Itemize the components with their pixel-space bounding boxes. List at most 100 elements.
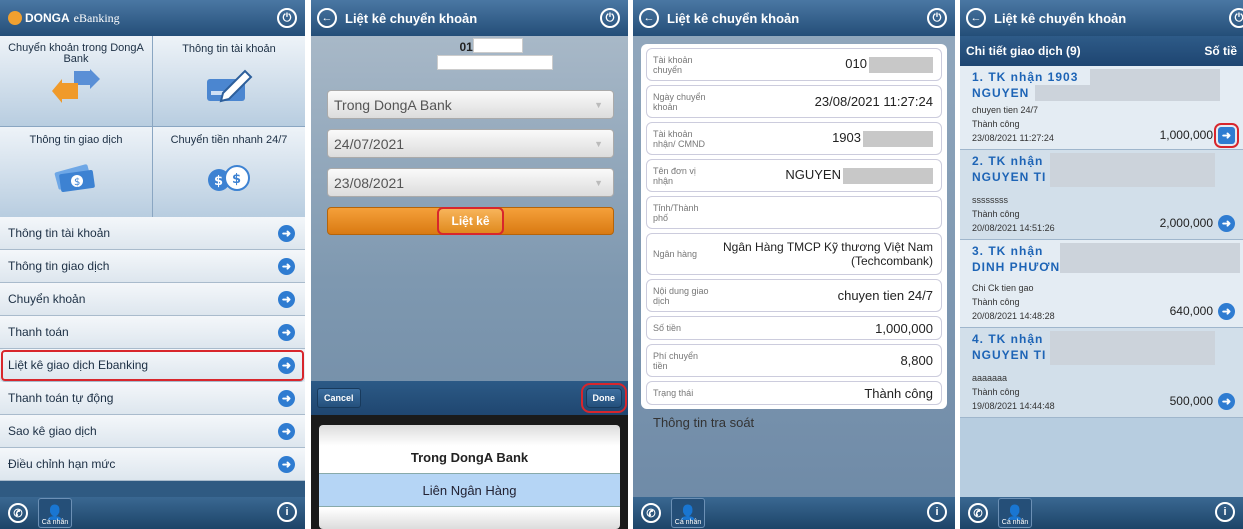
from-date-select[interactable]: 24/07/2021 ▼ (327, 129, 614, 158)
arrow-right-icon[interactable]: ➜ (1218, 303, 1235, 320)
menu-item[interactable]: Điều chỉnh hạn mức ➜ (0, 448, 305, 481)
picker-option-selected[interactable]: Liên Ngân Hàng (319, 473, 620, 507)
phone-icon[interactable]: ✆ (968, 503, 988, 523)
menu-label: Điều chỉnh hạn mức (8, 457, 116, 471)
row-label: Ngày chuyển khoản (653, 91, 706, 112)
row-label: Tài khoản chuyển (653, 54, 693, 75)
detail-row: Tài khoản chuyển 010 (646, 48, 942, 81)
cancel-button[interactable]: Cancel (317, 388, 361, 408)
transaction-amount: 2,000,000 (1159, 216, 1213, 230)
personal-label: Cá nhân (674, 519, 702, 526)
transaction-item[interactable]: 3. TK nhận DINH PHƯƠNG Chi Ck tien gao Th… (960, 240, 1243, 328)
menu-item[interactable]: Thông tin giao dịch ➜ (0, 250, 305, 283)
detail-card: Tài khoản chuyển 010 Ngày chuyển khoản 23/… (641, 44, 947, 409)
menu-label: Thanh toán (8, 325, 69, 339)
tile-fast-transfer[interactable]: Chuyển tiền nhanh 24/7 $ $ (153, 127, 305, 217)
header: ← Liệt kê chuyển khoản ⏻ (960, 0, 1243, 36)
tile-label: Thông tin tài khoản (182, 43, 276, 55)
person-icon: 👤 (1006, 504, 1024, 520)
menu-item[interactable]: Chuyển khoản ➜ (0, 283, 305, 316)
done-button[interactable]: Done (580, 383, 627, 413)
transaction-amount: 1,000,000 (1159, 128, 1213, 142)
transaction-note: Chi Ck tien gao (972, 283, 1034, 293)
transaction-list-screen: ← Liệt kê chuyển khoản ⏻ Chi tiết giao d… (960, 0, 1243, 529)
account-number: 010 (459, 40, 480, 54)
menu-label: Thông tin tài khoản (8, 226, 111, 240)
home-screen: DONGA eBanking ⏻ Chuyển khoản trong DongA… (0, 0, 305, 529)
row-value: 23/08/2021 11:27:24 (814, 94, 933, 109)
info-icon[interactable]: i (277, 502, 297, 522)
menu-item[interactable]: Thanh toán ➜ (0, 316, 305, 349)
row-value: 010 (713, 56, 941, 73)
person-icon: 👤 (679, 504, 697, 520)
list-button-label: Liệt kê (437, 207, 504, 235)
screen-title: Liệt kê chuyển khoản (667, 10, 800, 26)
footer-bar: ✆ 👤 Cá nhân i (960, 497, 1243, 529)
arrow-right-icon: ➜ (278, 455, 295, 473)
menu-label: Liệt kê giao dịch Ebanking (8, 358, 149, 372)
personal-button[interactable]: 👤 Cá nhân (998, 498, 1032, 528)
menu-item[interactable]: Sao kê giao dịch ➜ (0, 415, 305, 448)
tile-account-info[interactable]: Thông tin tài khoản (153, 36, 305, 126)
redaction (437, 55, 553, 70)
detail-row: Ngân hàng Ngân Hàng TMCP Kỹ thương Việt N… (646, 233, 942, 275)
money-icon: $ (52, 160, 100, 194)
screen-title: Liệt kê chuyển khoản (994, 10, 1127, 26)
info-icon[interactable]: i (1215, 502, 1235, 522)
arrow-right-icon[interactable]: ➜ (1218, 393, 1235, 410)
select-value: 23/08/2021 (334, 174, 405, 191)
menu-item[interactable]: Thông tin tài khoản ➜ (0, 217, 305, 250)
arrow-right-icon: ➜ (278, 224, 295, 242)
menu-label: Sao kê giao dịch (8, 424, 97, 438)
svg-text:$: $ (214, 174, 223, 189)
bank-select[interactable]: Trong DongA Bank ▼ (327, 90, 614, 119)
list-button[interactable]: Liệt kê (327, 207, 614, 235)
menu-item-ebanking-list[interactable]: Liệt kê giao dịch Ebanking ➜ (0, 349, 305, 382)
phone-icon[interactable]: ✆ (8, 503, 28, 523)
arrow-right-icon: ➜ (278, 257, 295, 275)
trace-info-link[interactable]: Thông tin tra soát (653, 415, 955, 430)
power-icon[interactable]: ⏻ (1229, 8, 1243, 28)
transaction-amount: 640,000 (1169, 304, 1213, 318)
select-value: Trong DongA Bank (334, 96, 452, 113)
arrow-right-icon[interactable]: ➜ (1218, 215, 1235, 232)
transaction-note: chuyen tien 24/7 (972, 105, 1039, 115)
row-value: chuyen tien 24/7 (837, 288, 933, 303)
transaction-item[interactable]: 1. TK nhận 1903 NGUYEN chuyen tien 24/7 T… (960, 66, 1243, 150)
row-value: 1903 (713, 130, 941, 147)
donga-logo: DONGA eBanking (8, 11, 120, 26)
to-date-select[interactable]: 23/08/2021 ▼ (327, 168, 614, 197)
power-icon[interactable]: ⏻ (927, 8, 947, 28)
phone-icon[interactable]: ✆ (641, 503, 661, 523)
bank-picker: Trong DongA Bank Liên Ngân Hàng (311, 415, 628, 529)
detail-row: Số tiền 1,000,000 (646, 316, 942, 340)
picker-option[interactable]: Trong DongA Bank (319, 425, 620, 473)
header: ← Liệt kê chuyển khoản ⏻ (633, 0, 955, 36)
back-arrow-icon[interactable]: ← (317, 8, 337, 28)
picker-toolbar: Cancel Done (311, 381, 628, 415)
menu-label: Chuyển khoản (8, 292, 86, 306)
transaction-item[interactable]: 2. TK nhận NGUYEN TI ssssssss Thành công … (960, 150, 1243, 240)
quick-tiles: Chuyển khoản trong DongA Bank Thông tin … (0, 36, 305, 217)
personal-button[interactable]: 👤 Cá nhân (38, 498, 72, 528)
power-icon[interactable]: ⏻ (600, 8, 620, 28)
dollar-coins-icon: $ $ (205, 160, 253, 194)
footer-bar: ✆ 👤 Cá nhân i (0, 497, 305, 529)
menu-label: Thông tin giao dịch (8, 259, 110, 273)
power-icon[interactable]: ⏻ (277, 8, 297, 28)
back-arrow-icon[interactable]: ← (639, 8, 659, 28)
transfer-detail-screen: ← Liệt kê chuyển khoản ⏻ Tài khoản chuyể… (633, 0, 955, 529)
menu-item[interactable]: Thanh toán tự động ➜ (0, 382, 305, 415)
personal-button[interactable]: 👤 Cá nhân (671, 498, 705, 528)
list-subheader: Chi tiết giao dịch (9) Số tiề (960, 36, 1243, 66)
tile-label: Chuyển tiền nhanh 24/7 (170, 134, 288, 146)
tile-transaction-info[interactable]: Thông tin giao dịch $ (0, 127, 152, 217)
transaction-item[interactable]: 4. TK nhận NGUYEN TI aaaaaaa Thành công 1… (960, 328, 1243, 418)
arrow-right-icon[interactable]: ➜ (1214, 123, 1239, 148)
header: ← Liệt kê chuyển khoản ⏻ (311, 0, 628, 36)
info-icon[interactable]: i (927, 502, 947, 522)
menu-label: Thanh toán tự động (8, 391, 114, 405)
row-label: Tài khoản nhận/ CMND (653, 128, 706, 149)
back-arrow-icon[interactable]: ← (966, 8, 986, 28)
tile-transfer-internal[interactable]: Chuyển khoản trong DongA Bank (0, 36, 152, 126)
